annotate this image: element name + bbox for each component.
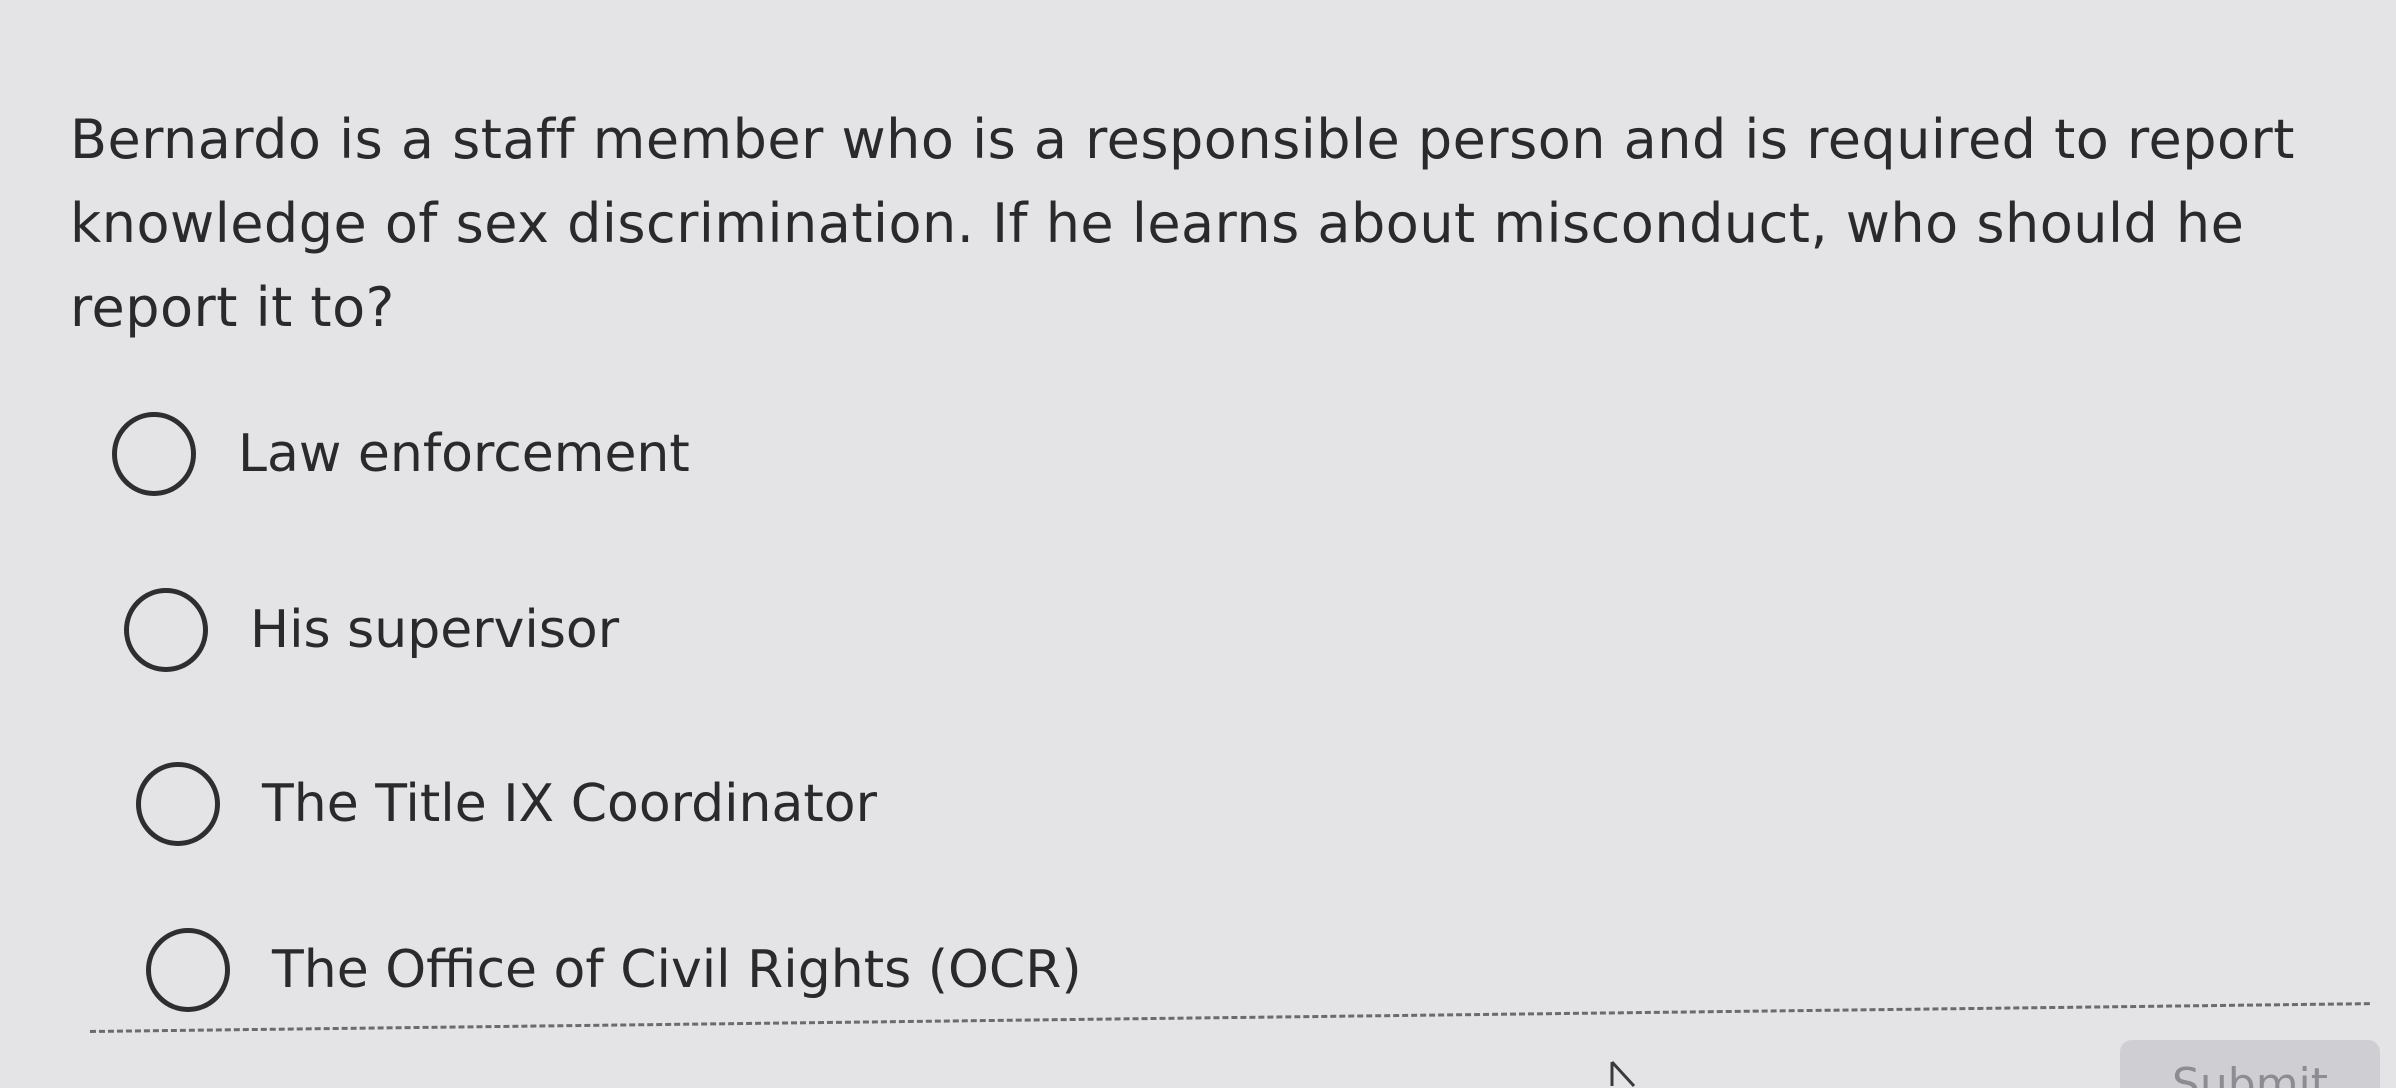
answer-options: Law enforcement His supervisor The Title… [0,0,2396,1088]
mouse-pointer-icon [1610,1060,1636,1088]
option-label: Law enforcement [238,424,690,484]
option-law-enforcement[interactable]: Law enforcement [112,412,690,496]
radio-button[interactable] [112,412,196,496]
submit-button[interactable]: Submit [2120,1040,2380,1088]
option-his-supervisor[interactable]: His supervisor [124,588,619,672]
option-label: The Title IX Coordinator [262,774,877,834]
option-office-of-civil-rights[interactable]: The Office of Civil Rights (OCR) [146,928,1082,1012]
option-label: His supervisor [250,600,620,660]
option-title-ix-coordinator[interactable]: The Title IX Coordinator [136,762,877,846]
radio-button[interactable] [146,928,230,1012]
option-label: The Office of Civil Rights (OCR) [272,940,1082,1000]
radio-button[interactable] [136,762,220,846]
radio-button[interactable] [124,588,208,672]
